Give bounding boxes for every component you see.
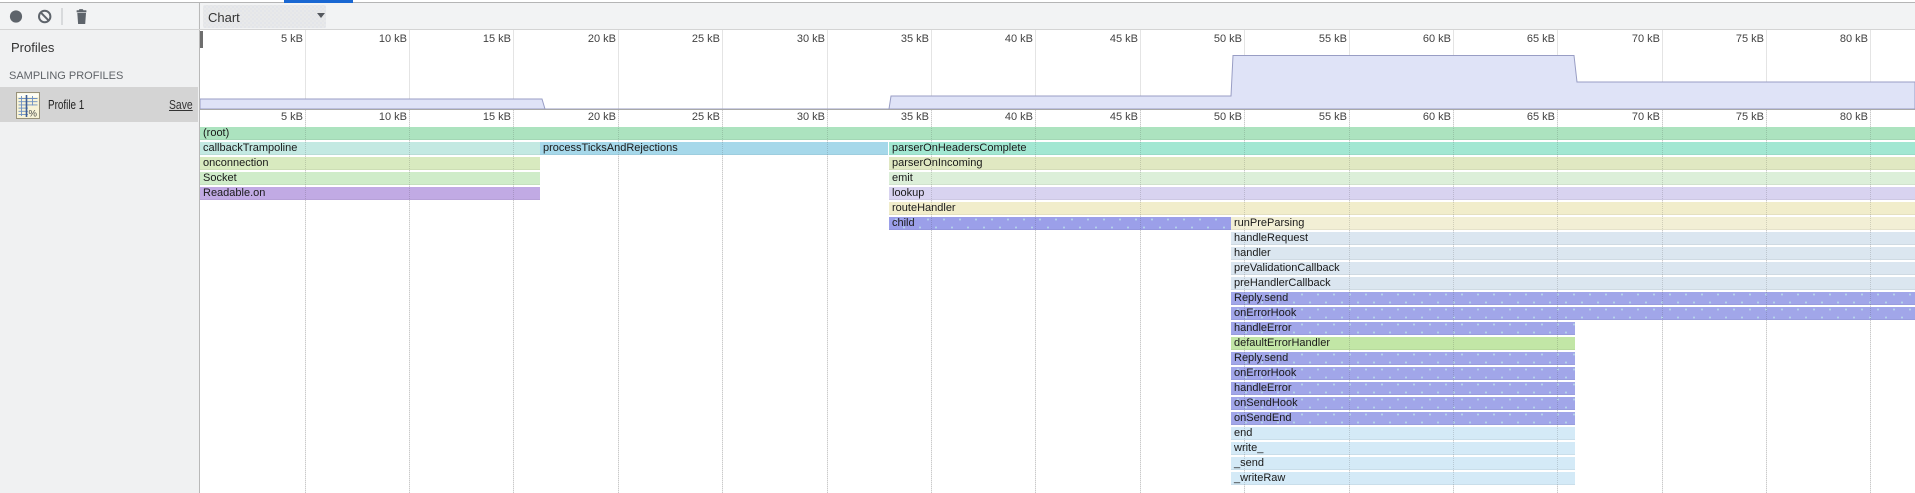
svg-text:%: % — [29, 109, 38, 120]
